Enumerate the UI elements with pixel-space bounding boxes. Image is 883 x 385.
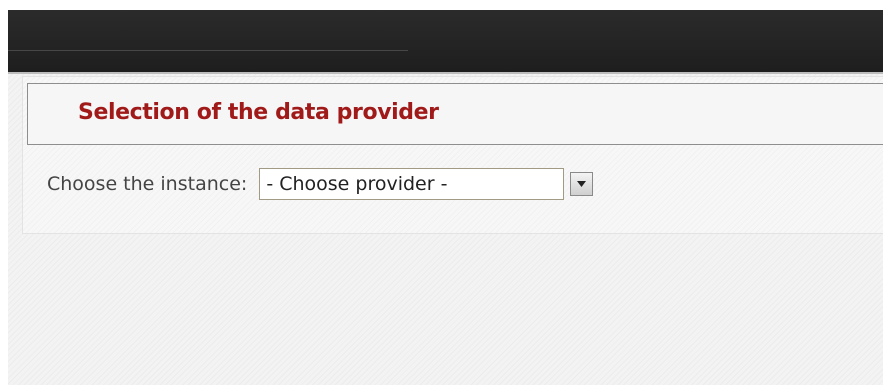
panel-header: Selection of the data provider (27, 83, 883, 145)
instance-label: Choose the instance: (47, 173, 248, 195)
provider-select-value[interactable]: - Choose provider - (259, 168, 565, 200)
panel-title: Selection of the data provider (78, 100, 439, 125)
chevron-down-icon[interactable] (570, 172, 594, 196)
provider-select[interactable]: - Choose provider - (259, 168, 595, 200)
instance-form-row: Choose the instance: - Choose provider - (47, 164, 595, 204)
top-bar-divider (8, 50, 408, 51)
app-frame: Selection of the data provider Choose th… (8, 10, 883, 385)
top-bar (8, 10, 883, 74)
data-provider-panel: Selection of the data provider Choose th… (22, 76, 883, 234)
